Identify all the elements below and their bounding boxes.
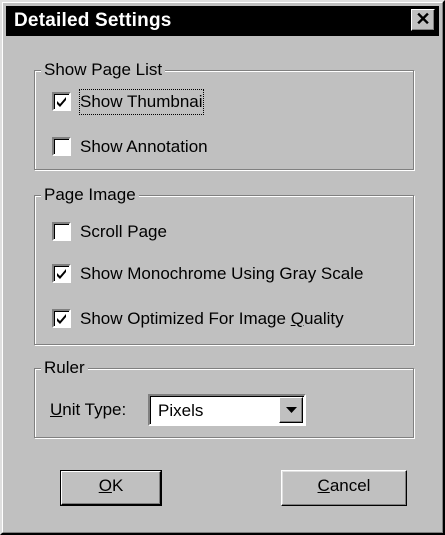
scroll-page-option[interactable]: Scroll Page bbox=[52, 220, 252, 246]
dropdown-arrow-icon bbox=[286, 407, 297, 413]
unit-type-label-post: nit Type: bbox=[62, 400, 127, 419]
show-monochrome-checkbox[interactable] bbox=[52, 264, 71, 283]
ok-button-accel: O bbox=[98, 476, 112, 495]
unit-type-label: Unit Type: bbox=[50, 400, 126, 420]
show-optimized-label-accel: Q bbox=[290, 309, 304, 328]
close-icon: ✕ bbox=[415, 9, 431, 29]
show-optimized-checkbox[interactable] bbox=[52, 309, 71, 328]
show-thumbnail-checkbox[interactable] bbox=[52, 92, 71, 111]
show-annotation-option[interactable]: Show Annotation bbox=[52, 135, 252, 161]
ruler-legend: Ruler bbox=[41, 357, 88, 379]
title-bar[interactable]: Detailed Settings ✕ bbox=[6, 6, 439, 36]
scroll-page-checkbox[interactable] bbox=[52, 222, 71, 241]
ok-button[interactable]: OK bbox=[60, 470, 162, 506]
show-optimized-label-post: uality bbox=[303, 309, 344, 328]
show-monochrome-option[interactable]: Show Monochrome Using Gray Scale bbox=[52, 262, 407, 288]
show-optimized-label-pre: Show Optimized For Image bbox=[80, 309, 291, 328]
show-optimized-label: Show Optimized For Image Quality bbox=[80, 307, 344, 331]
unit-type-label-accel: U bbox=[50, 400, 63, 419]
cancel-button-label-post: ancel bbox=[329, 476, 371, 495]
show-annotation-label: Show Annotation bbox=[80, 137, 208, 156]
cancel-button-accel: C bbox=[317, 476, 330, 495]
page-image-legend: Page Image bbox=[41, 184, 139, 206]
dialog-title: Detailed Settings bbox=[14, 10, 172, 31]
checkmark-icon bbox=[57, 314, 66, 324]
detailed-settings-dialog: Detailed Settings ✕ Show Page List Show … bbox=[0, 0, 445, 535]
cancel-button[interactable]: Cancel bbox=[281, 470, 407, 506]
unit-type-value: Pixels bbox=[158, 401, 204, 420]
show-thumbnail-option[interactable]: Show Thumbnai bbox=[52, 89, 252, 116]
close-button[interactable]: ✕ bbox=[411, 9, 435, 31]
unit-type-select[interactable]: Pixels bbox=[148, 394, 306, 426]
show-thumbnail-label: Show Thumbnai bbox=[79, 89, 204, 115]
show-page-list-legend: Show Page List bbox=[41, 59, 166, 81]
scroll-page-label: Scroll Page bbox=[80, 222, 167, 241]
unit-type-dropdown-button[interactable] bbox=[279, 397, 303, 423]
checkmark-icon bbox=[57, 269, 66, 279]
show-monochrome-label: Show Monochrome Using Gray Scale bbox=[80, 264, 364, 283]
checkmark-icon bbox=[57, 97, 66, 107]
ok-button-label-post: K bbox=[111, 476, 124, 495]
ok-button-label: OK bbox=[99, 476, 124, 495]
cancel-button-label: Cancel bbox=[318, 476, 371, 495]
show-optimized-option[interactable]: Show Optimized For Image Quality bbox=[52, 307, 407, 333]
show-annotation-checkbox[interactable] bbox=[52, 137, 71, 156]
